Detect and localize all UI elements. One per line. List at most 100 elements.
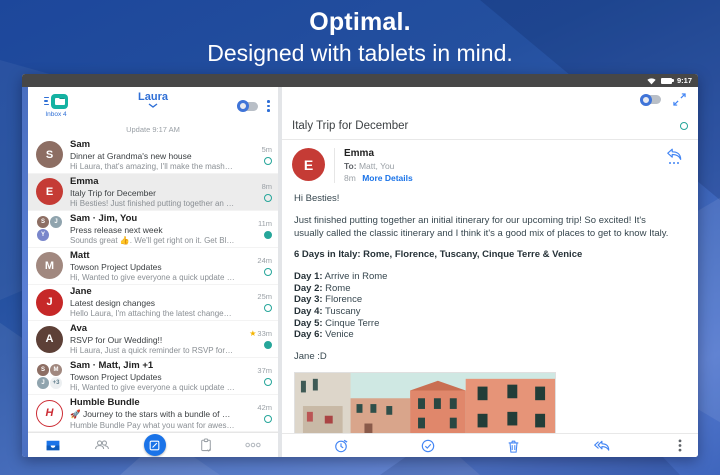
mark-done-icon[interactable] xyxy=(421,439,435,453)
sender-name: Emma xyxy=(344,148,413,159)
day-text: Tuscany xyxy=(325,306,361,317)
unread-indicator[interactable] xyxy=(264,157,272,165)
day-text: Arrive in Rome xyxy=(325,271,388,282)
email-subject: Dinner at Grandma's new house xyxy=(70,151,235,161)
tab-contacts[interactable] xyxy=(94,439,110,451)
to-label: To: xyxy=(344,161,357,171)
snooze-icon[interactable] xyxy=(334,439,348,453)
account-label: Inbox 4 xyxy=(45,111,66,118)
unread-indicator[interactable] xyxy=(264,231,272,239)
status-time: 9:17 xyxy=(677,76,692,85)
reply-options-icon[interactable] xyxy=(669,162,680,164)
avatar: E xyxy=(36,178,63,205)
email-time: 11m xyxy=(258,219,272,228)
email-preview: Humble Bundle Pay what you want for awes… xyxy=(70,421,235,430)
delete-icon[interactable] xyxy=(507,439,520,453)
day-label: Day 1: xyxy=(294,271,323,282)
email-time: 25m xyxy=(257,292,272,301)
sender-name: Sam · Jim, You xyxy=(70,213,235,224)
day-label: Day 5: xyxy=(294,318,323,329)
message-subject: Italy Trip for December xyxy=(292,120,680,132)
day-label: Day 4: xyxy=(294,306,323,317)
email-row[interactable]: M Matt Towson Project Updates Hi, Wanted… xyxy=(28,248,278,285)
message-status-icon[interactable] xyxy=(680,122,688,130)
email-time: 8m xyxy=(262,182,272,191)
reading-pane-header xyxy=(282,87,698,112)
email-time: 24m xyxy=(257,256,272,265)
email-subject: Italy Trip for December xyxy=(70,188,235,198)
email-row[interactable]: SMJ+3 Sam · Matt, Jim +1 Towson Project … xyxy=(28,358,278,395)
message-body: Hi Besties! Just finished putting togeth… xyxy=(282,187,698,433)
sender-name: Sam · Matt, Jim +1 xyxy=(70,360,235,371)
email-row[interactable]: J Jane Latest design changes Hello Laura… xyxy=(28,285,278,322)
day-text: Venice xyxy=(325,329,354,340)
email-preview: Hello Laura, I'm attaching the latest ch… xyxy=(70,309,235,318)
expand-icon[interactable] xyxy=(673,93,686,106)
unread-indicator[interactable] xyxy=(264,194,272,202)
promo-banner: Optimal. Designed with tablets in mind. xyxy=(0,8,720,67)
avatar: M xyxy=(36,252,63,279)
email-time: 33m xyxy=(257,329,272,338)
bluemail-account-icon xyxy=(44,94,68,110)
itinerary-day: Day 4: Tuscany xyxy=(294,306,678,318)
email-row[interactable]: E Emma Italy Trip for December Hi Bestie… xyxy=(28,174,278,211)
body-heading: 6 Days in Italy: Rome, Florence, Tuscany… xyxy=(294,249,678,262)
avatar: H xyxy=(36,400,63,427)
more-details-link[interactable]: More Details xyxy=(362,173,413,183)
reply-all-icon[interactable] xyxy=(593,439,610,452)
day-label: Day 2: xyxy=(294,283,323,294)
list-overflow-menu-icon[interactable] xyxy=(267,100,270,112)
tab-compose[interactable] xyxy=(144,434,166,456)
day-text: Rome xyxy=(325,283,350,294)
email-preview: Hi Laura, Just a quick reminder to RSVP … xyxy=(70,346,235,355)
day-text: Cinque Terre xyxy=(325,318,379,329)
itinerary-day: Day 2: Rome xyxy=(294,283,678,295)
more-circles-icon xyxy=(245,442,261,448)
email-row[interactable]: SJY Sam · Jim, You Press release next we… xyxy=(28,211,278,248)
update-status: Update 9:17 AM xyxy=(28,125,278,137)
list-filter-toggle[interactable] xyxy=(237,102,258,111)
email-row[interactable]: S Sam Dinner at Grandma's new house Hi L… xyxy=(28,137,278,174)
email-time: 42m xyxy=(257,403,272,412)
unread-indicator[interactable] xyxy=(264,268,272,276)
unread-indicator[interactable] xyxy=(264,415,272,423)
list-header: Inbox 4 Laura xyxy=(28,87,278,125)
sender-name: Jane xyxy=(70,286,235,297)
email-time: 37m xyxy=(257,366,272,375)
itinerary-day: Day 5: Cinque Terre xyxy=(294,318,678,330)
tab-tasks[interactable] xyxy=(200,438,212,452)
day-list: Day 1: Arrive in Rome Day 2: Rome Day 3:… xyxy=(294,271,678,340)
body-paragraph: Just finished putting together an initia… xyxy=(294,215,678,241)
email-subject: Towson Project Updates xyxy=(70,372,235,382)
reading-toggle[interactable] xyxy=(640,95,661,104)
email-preview: Hi, Wanted to give everyone a quick upda… xyxy=(70,273,235,282)
subject-row: Italy Trip for December xyxy=(282,112,698,140)
toolbar-overflow-icon[interactable] xyxy=(678,439,682,452)
body-signoff: Jane :D xyxy=(294,351,678,364)
attached-photo[interactable] xyxy=(294,372,556,433)
battery-icon xyxy=(661,78,672,84)
body-greeting: Hi Besties! xyxy=(294,193,678,206)
day-label: Day 3: xyxy=(294,294,323,305)
unread-indicator[interactable] xyxy=(264,378,272,386)
reading-pane: Italy Trip for December E Emma To: Matt,… xyxy=(282,87,698,457)
email-row[interactable]: A Ava RSVP for Our Wedding!! Hi Laura, J… xyxy=(28,321,278,358)
avatar-group: SMJ+3 xyxy=(36,363,63,390)
tab-more[interactable] xyxy=(245,442,261,448)
banner-subtitle: Designed with tablets in mind. xyxy=(0,40,720,67)
tab-inbox[interactable] xyxy=(45,439,61,452)
unread-indicator[interactable] xyxy=(264,341,272,349)
reply-icon[interactable] xyxy=(666,148,682,161)
email-preview: Hi Laura, that's amazing, I'll make the … xyxy=(70,162,235,171)
unread-indicator[interactable] xyxy=(264,304,272,312)
email-subject: 🚀 Journey to the stars with a bundle of … xyxy=(70,409,235,420)
itinerary-day: Day 6: Venice xyxy=(294,329,678,341)
inbox-icon xyxy=(45,439,61,452)
avatar: J xyxy=(36,289,63,316)
day-text: Florence xyxy=(325,294,362,305)
account-switcher[interactable]: Inbox 4 xyxy=(36,94,76,119)
itinerary-day: Day 3: Florence xyxy=(294,294,678,306)
email-row[interactable]: H Humble Bundle 🚀 Journey to the stars w… xyxy=(28,395,278,432)
email-preview: Hi, Wanted to give everyone a quick upda… xyxy=(70,383,235,392)
to-names: Matt, You xyxy=(359,161,394,171)
